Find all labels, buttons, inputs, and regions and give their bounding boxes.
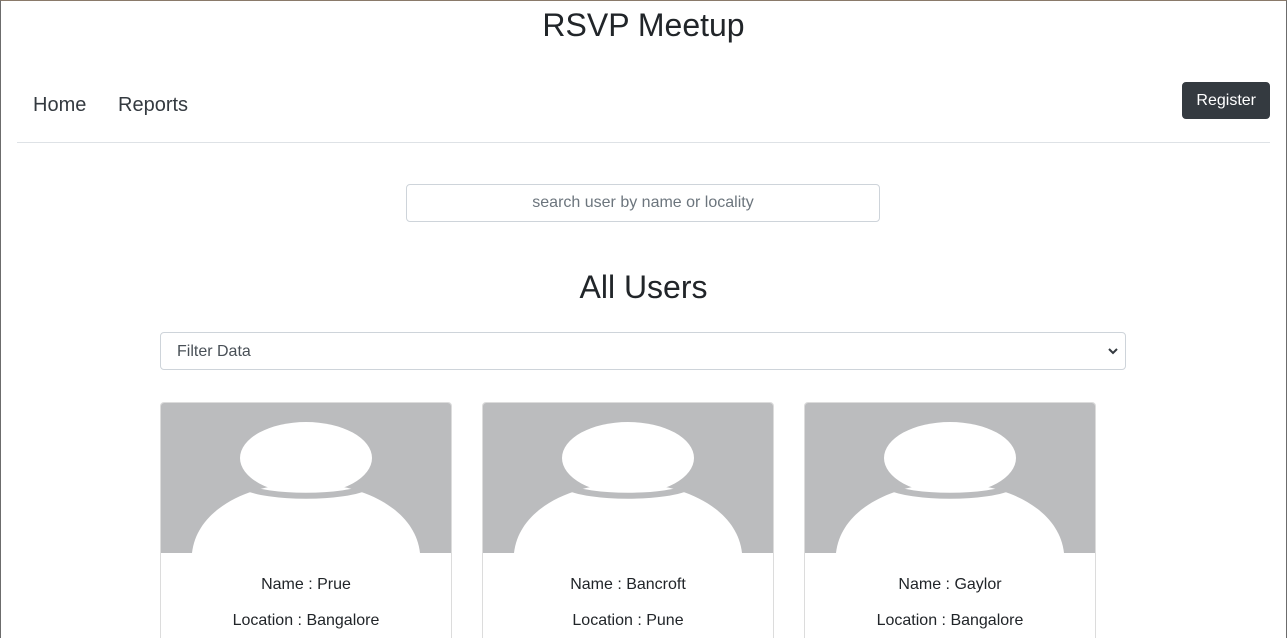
nav-home-link[interactable]: Home [33,94,86,117]
navbar: Home Reports Register [17,81,1270,143]
user-name: Name : Gaylor [898,576,1002,593]
avatar [161,403,451,553]
filter-select-value: Filter Data [177,343,251,360]
user-card: Name : Bancroft Location : Pune [482,402,774,638]
user-name: Name : Bancroft [570,576,686,593]
user-card: Name : Gaylor Location : Bangalore [804,402,1096,638]
user-placeholder-icon [514,422,742,553]
nav-reports-link[interactable]: Reports [118,94,188,117]
user-name: Name : Prue [261,576,351,593]
filter-select[interactable]: Filter Data [160,332,1126,370]
avatar [805,403,1095,553]
chevron-down-icon [1108,348,1118,355]
avatar [483,403,773,553]
register-button[interactable]: Register [1182,82,1270,119]
section-title: All Users [579,269,708,305]
search-input[interactable] [406,184,880,222]
user-location: Location : Pune [572,612,684,629]
user-location: Location : Bangalore [232,612,380,629]
user-location: Location : Bangalore [876,612,1024,629]
user-placeholder-icon [192,422,420,553]
user-placeholder-icon [836,422,1064,553]
user-card: Name : Prue Location : Bangalore [160,402,452,638]
app-title: RSVP Meetup [542,7,745,43]
